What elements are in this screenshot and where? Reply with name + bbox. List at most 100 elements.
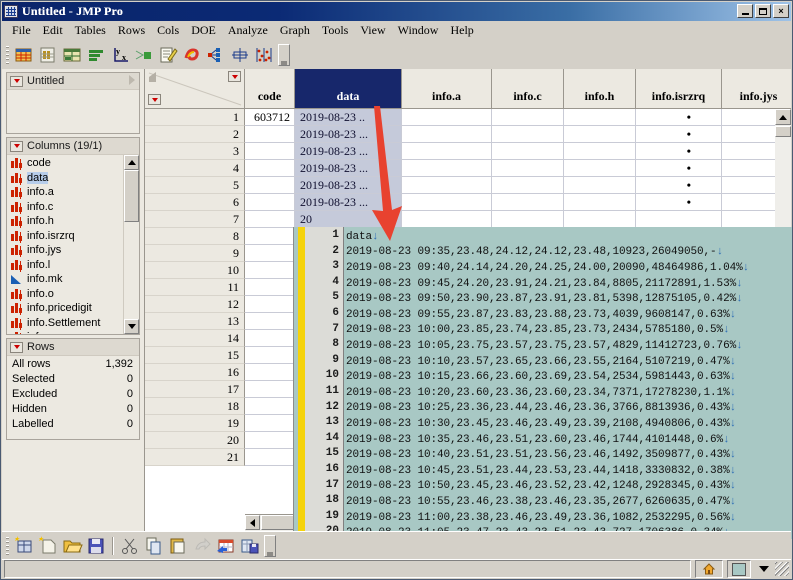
table-scroll-left-button[interactable] xyxy=(245,515,260,530)
row-header[interactable]: 4 xyxy=(145,160,245,177)
save-table-icon[interactable] xyxy=(239,535,261,557)
menu-item-analyze[interactable]: Analyze xyxy=(222,21,274,40)
table-cell[interactable] xyxy=(564,143,636,160)
table-cell[interactable] xyxy=(245,313,295,330)
table-cell[interactable]: 603712 xyxy=(245,109,295,126)
scatterplot-matrix-icon[interactable] xyxy=(253,44,275,66)
chevron-down-icon[interactable] xyxy=(755,561,773,577)
table-cell[interactable] xyxy=(402,160,492,177)
text-line[interactable]: 2019-08-23 10:40,23.51,23.51,23.56,23.46… xyxy=(346,447,736,463)
row-header[interactable]: 12 xyxy=(145,296,245,313)
table-cell[interactable] xyxy=(564,194,636,211)
table-cell[interactable]: 2019-08-23 ... xyxy=(295,143,402,160)
text-line[interactable]: 2019-08-23 10:50,23.45,23.46,23.52,23.42… xyxy=(346,479,736,495)
rows-stat-line[interactable]: Excluded 0 xyxy=(7,386,139,401)
text-line[interactable]: 2019-08-23 09:40,24.14,24.20,24.25,24.00… xyxy=(346,260,749,276)
column-header-data[interactable]: data xyxy=(295,69,402,109)
table-cell[interactable] xyxy=(492,177,564,194)
text-line[interactable]: 2019-08-23 10:10,23.57,23.65,23.66,23.55… xyxy=(346,354,736,370)
text-line[interactable]: 2019-08-23 09:50,23.90,23.87,23.91,23.81… xyxy=(346,291,743,307)
row-header[interactable]: 9 xyxy=(145,245,245,262)
column-list-item[interactable]: info.sp xyxy=(7,330,123,334)
close-button[interactable]: × xyxy=(773,4,789,18)
menu-item-view[interactable]: View xyxy=(354,21,391,40)
column-list-item[interactable]: info.o xyxy=(7,287,123,302)
table-cell[interactable] xyxy=(245,228,295,245)
row-header[interactable]: 1 xyxy=(145,109,245,126)
column-list-item[interactable]: info.mk xyxy=(7,272,123,287)
save-icon[interactable] xyxy=(85,535,107,557)
new-data-table-icon[interactable] xyxy=(13,44,35,66)
table-cell[interactable] xyxy=(245,330,295,347)
minimize-button[interactable] xyxy=(737,4,753,18)
new-report-icon[interactable] xyxy=(37,44,59,66)
rows-panel-header[interactable]: Rows xyxy=(7,339,139,356)
columns-panel-header[interactable]: Columns (19/1) xyxy=(7,138,139,155)
column-list-item[interactable]: info.pricedigit xyxy=(7,301,123,316)
row-header[interactable]: 20 xyxy=(145,432,245,449)
script-icon[interactable] xyxy=(181,44,203,66)
table-cell[interactable]: • xyxy=(636,177,722,194)
new-data-table-icon[interactable] xyxy=(13,535,35,557)
text-preview-panel[interactable]: data ↓ 2019-08-23 09:35,23.48,24.12,24.12,… xyxy=(293,227,792,539)
toolbar-overflow-button[interactable] xyxy=(278,44,290,66)
table-cell[interactable] xyxy=(636,211,722,228)
column-header-info-h[interactable]: info.h xyxy=(564,69,636,109)
table-cell[interactable] xyxy=(245,177,295,194)
table-cell[interactable]: 2019-08-23 ... xyxy=(295,194,402,211)
table-cell[interactable] xyxy=(245,143,295,160)
columns-scrollbar[interactable] xyxy=(123,155,139,334)
table-cell[interactable] xyxy=(492,126,564,143)
untitled-panel-header[interactable]: Untitled xyxy=(7,73,139,90)
table-cell[interactable] xyxy=(564,177,636,194)
menu-item-doe[interactable]: DOE xyxy=(185,21,222,40)
table-cell[interactable]: 2019-08-23 ... xyxy=(295,177,402,194)
panel-icon[interactable] xyxy=(727,560,751,578)
row-header[interactable]: 3 xyxy=(145,143,245,160)
text-line[interactable]: 2019-08-23 10:55,23.46,23.38,23.46,23.35… xyxy=(346,494,736,510)
rows-menu-triangle-icon[interactable] xyxy=(148,94,161,105)
table-icon[interactable] xyxy=(215,535,237,557)
text-line[interactable]: 2019-08-23 10:15,23.66,23.60,23.69,23.54… xyxy=(346,369,736,385)
table-cell[interactable] xyxy=(492,109,564,126)
new-script-icon[interactable] xyxy=(37,535,59,557)
row-header[interactable]: 13 xyxy=(145,313,245,330)
row-header[interactable]: 16 xyxy=(145,364,245,381)
table-cell[interactable]: 2019-08-23 ... xyxy=(295,160,402,177)
menu-item-tables[interactable]: Tables xyxy=(69,21,112,40)
column-list-item[interactable]: code xyxy=(7,156,123,171)
rows-stat-line[interactable]: All rows 1,392 xyxy=(7,356,139,371)
distribution-icon[interactable] xyxy=(229,44,251,66)
red-triangle-menu-icon[interactable] xyxy=(10,341,23,353)
columns-list[interactable]: code data info.a info.c info.h info.isrzrq inf… xyxy=(7,155,123,334)
table-cell[interactable] xyxy=(245,364,295,381)
text-line[interactable]: 2019-08-23 10:25,23.36,23.44,23.46,23.36… xyxy=(346,401,736,417)
table-cell[interactable] xyxy=(245,245,295,262)
text-line[interactable]: 2019-08-23 10:05,23.75,23.57,23.75,23.57… xyxy=(346,338,743,354)
text-line[interactable]: 2019-08-23 09:55,23.87,23.83,23.88,23.73… xyxy=(346,307,736,323)
formula-editor-icon[interactable] xyxy=(157,44,179,66)
column-list-item[interactable]: data xyxy=(7,171,123,186)
table-cell[interactable] xyxy=(564,211,636,228)
table-cell[interactable] xyxy=(245,398,295,415)
table-cell[interactable] xyxy=(564,160,636,177)
bottom-toolbar-overflow-button[interactable] xyxy=(264,535,276,557)
table-cell[interactable] xyxy=(402,126,492,143)
scroll-down-button[interactable] xyxy=(124,319,139,334)
text-line[interactable]: 2019-08-23 09:35,23.48,24.12,24.12,23.48… xyxy=(346,245,723,261)
subset-icon[interactable] xyxy=(61,44,83,66)
row-header[interactable]: 14 xyxy=(145,330,245,347)
table-cell[interactable] xyxy=(245,279,295,296)
row-header[interactable]: 21 xyxy=(145,449,245,466)
table-cell[interactable]: • xyxy=(636,109,722,126)
table-corner-cell[interactable] xyxy=(145,69,245,109)
table-cell[interactable] xyxy=(245,432,295,449)
menu-item-edit[interactable]: Edit xyxy=(37,21,69,40)
table-cell[interactable] xyxy=(402,194,492,211)
table-cell[interactable] xyxy=(245,211,295,228)
copy-icon[interactable] xyxy=(143,535,165,557)
column-list-item[interactable]: info.Settlement xyxy=(7,316,123,331)
table-cell[interactable]: • xyxy=(636,143,722,160)
column-list-item[interactable]: info.l xyxy=(7,258,123,273)
scroll-up-button[interactable] xyxy=(124,155,139,170)
